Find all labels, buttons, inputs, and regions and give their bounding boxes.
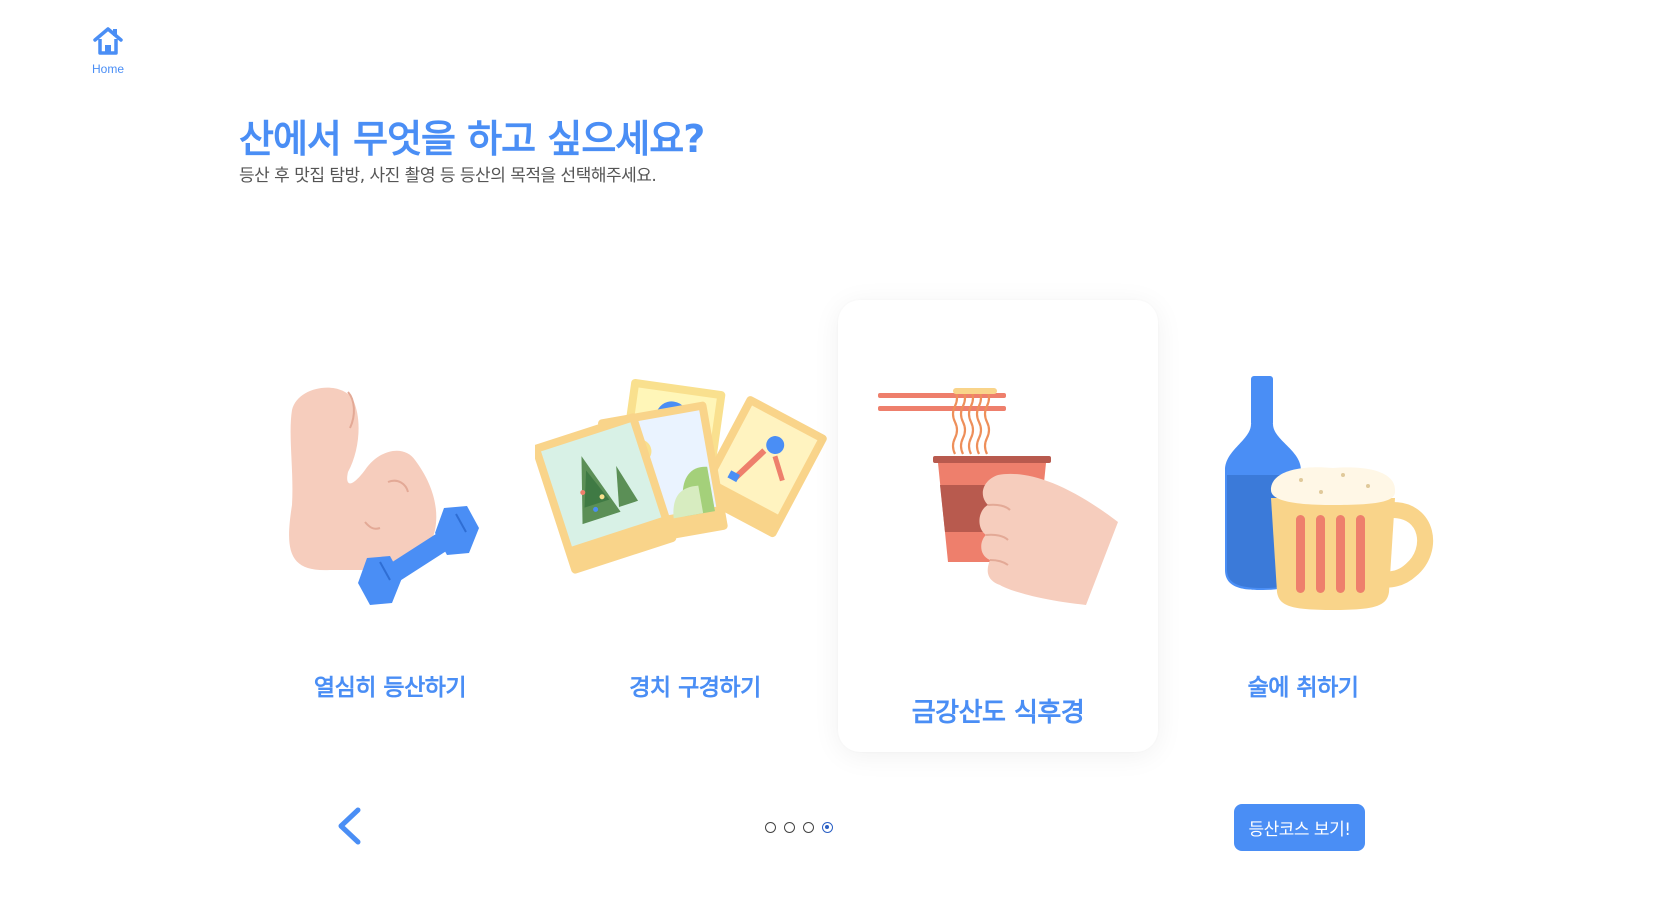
option-label: 열심히 등산하기 xyxy=(313,675,467,701)
home-icon xyxy=(93,27,123,55)
option-label: 술에 취하기 xyxy=(1247,675,1359,701)
option-scenery[interactable]: 경치 구경하기 xyxy=(535,300,855,752)
pagination-dot[interactable] xyxy=(784,822,795,833)
photos-icon xyxy=(535,378,827,574)
option-drinks[interactable]: 술에 취하기 xyxy=(1143,300,1463,752)
pagination-dots xyxy=(765,822,833,833)
chevron-left-icon xyxy=(338,807,361,845)
option-hiking[interactable]: 열심히 등산하기 xyxy=(230,300,550,752)
bottle-beer-icon xyxy=(1225,376,1434,610)
prev-button[interactable] xyxy=(332,806,366,846)
home-label: Home xyxy=(91,62,124,76)
home-button[interactable]: Home xyxy=(88,26,128,76)
pagination-dot[interactable] xyxy=(765,822,776,833)
noodle-cup-icon xyxy=(878,388,1118,605)
option-label: 금강산도 식후경 xyxy=(911,698,1085,728)
pagination-dot[interactable] xyxy=(803,822,814,833)
page-title: 산에서 무엇을 하고 싶으세요? xyxy=(239,117,705,161)
option-food[interactable]: 금강산도 식후경 xyxy=(838,300,1158,752)
page-subtitle: 등산 후 맛집 탐방, 사진 촬영 등 등산의 목적을 선택해주세요. xyxy=(239,166,657,186)
view-course-button[interactable]: 등산코스 보기! xyxy=(1234,804,1365,851)
pagination-dot-active[interactable] xyxy=(822,822,833,833)
option-label: 경치 구경하기 xyxy=(629,675,761,701)
dumbbell-arm-icon xyxy=(289,387,479,605)
